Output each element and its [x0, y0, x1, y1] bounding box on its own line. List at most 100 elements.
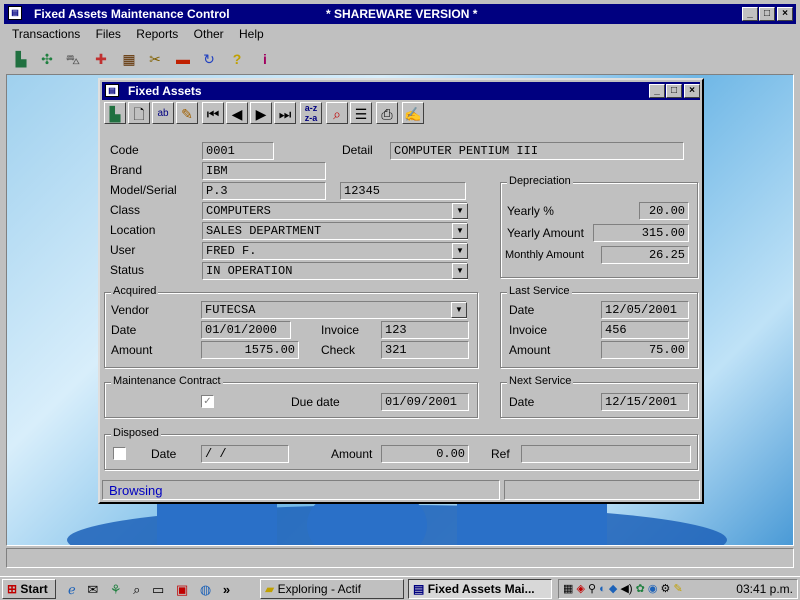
- next-service-date-field[interactable]: 12/15/2001: [601, 393, 689, 411]
- computer-icon[interactable]: ▙: [104, 102, 126, 124]
- taskbar: ⊞ Start ℯ ✉ ⚘ ⌕ ▭ ▣ ◍ » ▰ Exploring - Ac…: [0, 576, 800, 600]
- task-fixed-assets-label: Fixed Assets Mai...: [427, 582, 535, 596]
- app-quick-icon[interactable]: ▣: [176, 582, 188, 597]
- check-field[interactable]: 321: [381, 341, 469, 359]
- disposed-checkbox[interactable]: [113, 447, 126, 460]
- menu-help[interactable]: Help: [239, 27, 264, 41]
- dialog-minimize-button[interactable]: _: [649, 84, 665, 98]
- user-dropdown-button[interactable]: ▼: [452, 243, 468, 259]
- dialog-icon[interactable]: ▤: [105, 84, 119, 97]
- class-dropdown-button[interactable]: ▼: [452, 203, 468, 219]
- maximize-button[interactable]: □: [759, 7, 775, 21]
- maintenance-contract-checkbox[interactable]: ✓: [201, 395, 214, 408]
- menu-transactions[interactable]: Transactions: [12, 27, 80, 41]
- ref-field[interactable]: [521, 445, 691, 463]
- user-select[interactable]: FRED F.: [202, 242, 468, 260]
- disposed-amount-field[interactable]: 0.00: [381, 445, 469, 463]
- task-exploring[interactable]: ▰ Exploring - Actif: [260, 579, 404, 599]
- vendor-label: Vendor: [111, 303, 150, 317]
- new-record-icon[interactable]: 🗋: [128, 102, 150, 124]
- list-view-icon[interactable]: ☰: [350, 102, 372, 124]
- maintenance-contract-group: Maintenance Contract ✓ Due date 01/09/20…: [104, 375, 478, 418]
- refresh-icon[interactable]: ↻: [198, 48, 220, 70]
- tray-icon-6[interactable]: ✿: [636, 583, 645, 595]
- menu-reports[interactable]: Reports: [136, 27, 178, 41]
- print-icon[interactable]: ⎙: [376, 102, 398, 124]
- tools-icon[interactable]: ✂: [144, 48, 166, 70]
- quick-launch-chevron[interactable]: »: [223, 582, 230, 597]
- status-select[interactable]: IN OPERATION: [202, 262, 468, 280]
- info-icon[interactable]: i: [254, 48, 276, 70]
- notes-icon[interactable]: ✍: [402, 102, 424, 124]
- acquired-amount-field[interactable]: 1575.00: [201, 341, 299, 359]
- acquired-date-field[interactable]: 01/01/2000: [201, 321, 291, 339]
- help-icon[interactable]: ?: [226, 48, 248, 70]
- last-service-date-field[interactable]: 12/05/2001: [601, 301, 689, 319]
- outlook-icon[interactable]: ✉: [87, 582, 98, 597]
- last-record-icon[interactable]: ⏭: [274, 102, 296, 124]
- close-button[interactable]: ×: [777, 7, 793, 21]
- class-select[interactable]: COMPUTERS: [202, 202, 468, 220]
- tray-icon-4[interactable]: ◐: [599, 583, 606, 595]
- depreciation-title: Depreciation: [507, 175, 573, 187]
- pencil-icon[interactable]: ✎: [176, 102, 198, 124]
- previous-record-icon[interactable]: ◀: [226, 102, 248, 124]
- dialog-maximize-button[interactable]: □: [666, 84, 682, 98]
- brand-field[interactable]: IBM: [202, 162, 326, 180]
- search-icon[interactable]: ⌕: [326, 102, 348, 124]
- vendor-select[interactable]: FUTECSA: [201, 301, 467, 319]
- card-icon[interactable]: ▬: [172, 48, 194, 70]
- ambulance-icon[interactable]: ✚: [90, 48, 112, 70]
- vendor-dropdown-button[interactable]: ▼: [451, 302, 467, 318]
- due-date-field[interactable]: 01/09/2001: [381, 393, 469, 411]
- status-label: Status: [110, 263, 145, 277]
- location-select[interactable]: SALES DEPARTMENT: [202, 222, 468, 240]
- detail-field[interactable]: COMPUTER PENTIUM III: [390, 142, 684, 160]
- tray-icon-7[interactable]: ◉: [648, 583, 658, 595]
- desktop-icon[interactable]: ▭: [152, 582, 164, 597]
- last-service-title: Last Service: [507, 285, 572, 297]
- next-record-icon[interactable]: ▶: [250, 102, 272, 124]
- yearly-amount-field[interactable]: 315.00: [593, 224, 689, 242]
- sort-icon[interactable]: a-z z-a: [300, 102, 322, 124]
- acquired-amount-label: Amount: [111, 343, 153, 357]
- app-icon[interactable]: ▤: [8, 6, 22, 20]
- minimize-button[interactable]: _: [742, 7, 758, 21]
- disposed-group: Disposed Date / / Amount 0.00 Ref: [104, 427, 698, 470]
- location-dropdown-button[interactable]: ▼: [452, 223, 468, 239]
- disposed-date-field[interactable]: / /: [201, 445, 289, 463]
- menu-other[interactable]: Other: [194, 27, 224, 41]
- building-icon[interactable]: ▦: [118, 48, 140, 70]
- tray-icon-5[interactable]: ◆: [609, 583, 617, 595]
- start-button[interactable]: ⊞ Start: [2, 579, 56, 599]
- edit-field-icon[interactable]: ab: [152, 102, 174, 124]
- plant-icon[interactable]: ✣: [36, 48, 58, 70]
- yearly-pct-field[interactable]: 20.00: [639, 202, 689, 220]
- model-field[interactable]: P.3: [202, 182, 326, 200]
- tray-icon-8[interactable]: ⚙: [661, 583, 671, 595]
- serial-field[interactable]: 12345: [340, 182, 466, 200]
- clock[interactable]: 03:41 p.m.: [736, 580, 793, 598]
- tray-icon-2[interactable]: ◈: [576, 583, 584, 595]
- first-record-icon[interactable]: ⏮: [202, 102, 224, 124]
- tray-icon-9[interactable]: ✎: [673, 583, 682, 595]
- volume-icon[interactable]: ◀): [620, 583, 632, 595]
- code-field[interactable]: 0001: [202, 142, 274, 160]
- invoice-field[interactable]: 123: [381, 321, 469, 339]
- task-fixed-assets[interactable]: ▤ Fixed Assets Mai...: [408, 579, 552, 599]
- car-icon[interactable]: ⛍: [62, 48, 84, 70]
- channels-icon[interactable]: ⚘: [110, 582, 122, 597]
- last-service-amount-field[interactable]: 75.00: [601, 341, 689, 359]
- internet-explorer-icon[interactable]: ℯ: [68, 582, 76, 597]
- computer-icon[interactable]: ▙: [10, 48, 32, 70]
- monthly-amount-field[interactable]: 26.25: [601, 246, 689, 264]
- explorer-icon[interactable]: ⌕: [133, 582, 140, 597]
- status-dropdown-button[interactable]: ▼: [452, 263, 468, 279]
- globe-icon[interactable]: ◍: [200, 582, 211, 597]
- quick-launch: ℯ ✉ ⚘ ⌕ ▭ ▣ ◍ »: [62, 581, 252, 599]
- tray-icon-3[interactable]: ⚲: [588, 583, 596, 595]
- dialog-close-button[interactable]: ×: [684, 84, 700, 98]
- menu-files[interactable]: Files: [96, 27, 121, 41]
- last-service-invoice-field[interactable]: 456: [601, 321, 689, 339]
- tray-icon-1[interactable]: ▦: [563, 583, 573, 595]
